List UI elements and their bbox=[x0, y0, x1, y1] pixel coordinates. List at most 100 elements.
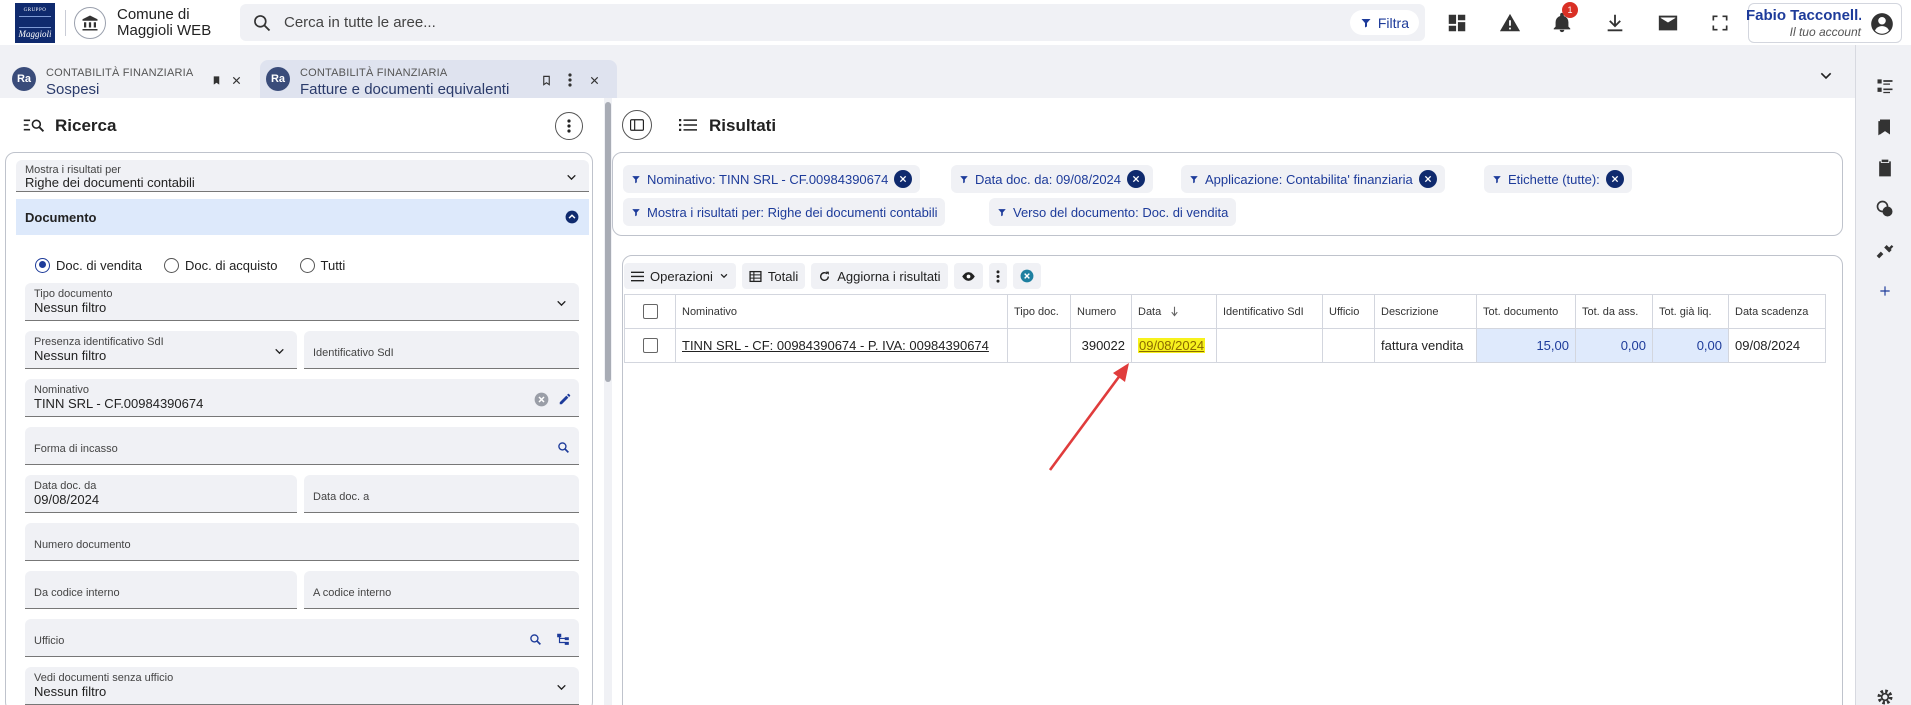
vedi-senza-ufficio-select[interactable]: Vedi documenti senza ufficio Nessun filt… bbox=[25, 667, 579, 705]
forma-incasso-field[interactable]: Forma di incasso bbox=[25, 427, 579, 465]
notifications-button[interactable]: 1 bbox=[1548, 2, 1578, 37]
presenza-sdi-select[interactable]: Presenza identificativo SdI Nessun filtr… bbox=[25, 331, 297, 369]
refresh-icon bbox=[820, 271, 830, 281]
search-panel-more-button[interactable] bbox=[555, 112, 583, 140]
filter-chip-nominativo[interactable]: Nominativo: TINN SRL - CF.00984390674 bbox=[623, 165, 921, 193]
home-button[interactable] bbox=[74, 7, 106, 39]
row-checkbox[interactable] bbox=[642, 338, 658, 353]
tipo-documento-select[interactable]: Tipo documento Nessun filtro bbox=[25, 283, 579, 321]
rail-settings-button[interactable] bbox=[1873, 685, 1897, 705]
col-numero[interactable]: Numero bbox=[1070, 294, 1132, 329]
col-tot-gia-liq[interactable]: Tot. già liq. bbox=[1652, 294, 1729, 329]
search-icon[interactable] bbox=[555, 439, 571, 455]
mail-button[interactable] bbox=[1654, 9, 1682, 37]
edit-pencil-icon[interactable] bbox=[557, 391, 573, 407]
cell-nominativo[interactable]: TINN SRL - CF: 00984390674 - P. IVA: 009… bbox=[675, 328, 1008, 363]
col-tot-documento[interactable]: Tot. documento bbox=[1476, 294, 1576, 329]
table-row[interactable]: TINN SRL - CF: 00984390674 - P. IVA: 009… bbox=[624, 328, 1826, 363]
filter-chip-applicazione[interactable]: Applicazione: Contabilita' finanziaria bbox=[1181, 165, 1445, 193]
global-search-input[interactable] bbox=[284, 10, 1084, 35]
close-icon[interactable] bbox=[586, 72, 602, 88]
download-button[interactable] bbox=[1601, 9, 1629, 37]
section-documento[interactable]: Documento bbox=[16, 199, 589, 235]
data-link-highlighted[interactable]: 09/08/2024 bbox=[1138, 338, 1206, 353]
rail-coins-button[interactable] bbox=[1873, 197, 1897, 221]
rail-plugin-button[interactable] bbox=[1873, 238, 1897, 262]
nominativo-field[interactable]: Nominativo TINN SRL - CF.00984390674 bbox=[25, 379, 579, 417]
radio-doc-vendita[interactable]: Doc. di vendita bbox=[35, 257, 142, 273]
bookmark-outline-icon[interactable] bbox=[538, 72, 554, 88]
data-doc-a-field[interactable]: Data doc. a bbox=[304, 475, 579, 513]
cell-data[interactable]: 09/08/2024 bbox=[1131, 328, 1217, 363]
row-select-cell[interactable] bbox=[624, 328, 676, 363]
search-panel-scrollbar[interactable] bbox=[604, 98, 612, 705]
col-data[interactable]: Data bbox=[1131, 294, 1217, 329]
radio-circle-selected bbox=[35, 257, 50, 273]
col-ufficio[interactable]: Ufficio bbox=[1322, 294, 1375, 329]
tree-icon[interactable] bbox=[555, 631, 571, 647]
rail-clipboard-button[interactable] bbox=[1873, 156, 1897, 180]
chip-remove-icon[interactable] bbox=[1418, 170, 1437, 188]
a-codice-interno-field[interactable]: A codice interno bbox=[304, 571, 579, 609]
toggle-sidebar-button[interactable] bbox=[622, 110, 652, 140]
tab-fatture[interactable]: Ra CONTABILITÀ FINANZIARIA Fatture e doc… bbox=[260, 60, 617, 98]
filter-chip-mostra-risultati[interactable]: Mostra i risultati per: Righe dei docume… bbox=[623, 198, 946, 226]
radio-doc-acquisto[interactable]: Doc. di acquisto bbox=[164, 257, 278, 273]
bookmark-icon[interactable] bbox=[208, 72, 224, 88]
clear-filters-button[interactable] bbox=[1012, 263, 1041, 289]
nominativo-link[interactable]: TINN SRL - CF: 00984390674 - P. IVA: 009… bbox=[682, 338, 989, 353]
tabs-row: Ra CONTABILITÀ FINANZIARIA Sospesi Ra CO… bbox=[0, 56, 1855, 98]
col-descrizione[interactable]: Descrizione bbox=[1374, 294, 1477, 329]
fullscreen-button[interactable] bbox=[1706, 9, 1734, 37]
scrollbar-thumb[interactable] bbox=[605, 102, 611, 382]
clear-icon[interactable] bbox=[533, 391, 549, 407]
aggiorna-button[interactable]: Aggiorna i risultati bbox=[811, 263, 948, 289]
visibility-button[interactable] bbox=[953, 263, 983, 289]
chip-remove-icon[interactable] bbox=[1605, 170, 1624, 188]
select-all-cell[interactable] bbox=[624, 294, 676, 329]
chip-label: Etichette (tutte): bbox=[1508, 171, 1600, 187]
col-identificativo-sdi[interactable]: Identificativo SdI bbox=[1216, 294, 1323, 329]
rail-bookmarks-button[interactable] bbox=[1873, 115, 1897, 139]
chevron-down-icon[interactable] bbox=[1818, 68, 1834, 84]
show-results-select[interactable]: Mostra i risultati per Righe dei documen… bbox=[16, 160, 589, 192]
rail-checklist-button[interactable] bbox=[1873, 74, 1897, 98]
ufficio-field[interactable]: Ufficio bbox=[25, 619, 579, 657]
rail-add-button[interactable] bbox=[1873, 279, 1897, 303]
plug-icon bbox=[1875, 240, 1895, 260]
warning-button[interactable] bbox=[1496, 9, 1524, 37]
totali-button[interactable]: Totali bbox=[741, 263, 806, 289]
toolbar-more-button[interactable] bbox=[988, 263, 1007, 289]
col-tipo-doc[interactable]: Tipo doc. bbox=[1007, 294, 1071, 329]
search-icon[interactable] bbox=[527, 631, 543, 647]
operazioni-label: Operazioni bbox=[650, 268, 713, 284]
filter-button[interactable]: Filtra bbox=[1349, 10, 1419, 35]
dashboard-button[interactable] bbox=[1443, 9, 1471, 37]
cell-descrizione: fattura vendita bbox=[1374, 328, 1477, 363]
select-all-checkbox[interactable] bbox=[642, 304, 658, 319]
col-data-scadenza[interactable]: Data scadenza bbox=[1728, 294, 1826, 329]
filter-icon bbox=[632, 208, 640, 216]
chip-remove-icon[interactable] bbox=[1127, 170, 1146, 188]
doc-direction-radios: Doc. di vendita Doc. di acquisto Tutti bbox=[35, 255, 367, 275]
close-icon[interactable] bbox=[228, 72, 244, 88]
col-nominativo[interactable]: Nominativo bbox=[675, 294, 1008, 329]
filter-chip-verso[interactable]: Verso del documento: Doc. di vendita bbox=[989, 198, 1237, 226]
da-codice-interno-field[interactable]: Da codice interno bbox=[25, 571, 297, 609]
filter-icon bbox=[1493, 175, 1501, 183]
radio-tutti[interactable]: Tutti bbox=[299, 257, 345, 273]
filter-chip-data-da[interactable]: Data doc. da: 09/08/2024 bbox=[951, 165, 1154, 193]
identificativo-sdi-input[interactable]: Identificativo SdI bbox=[304, 331, 579, 369]
operazioni-button[interactable]: Operazioni bbox=[624, 263, 736, 289]
bookmarks-icon bbox=[1875, 117, 1895, 137]
account-button[interactable]: Fabio Tacconell... Il tuo account bbox=[1746, 3, 1902, 43]
filter-chip-etichette[interactable]: Etichette (tutte): bbox=[1484, 165, 1632, 193]
maggioli-logo[interactable]: GRUPPO Maggioli bbox=[15, 3, 55, 43]
more-vertical-icon[interactable] bbox=[562, 72, 578, 88]
tab-sospesi[interactable]: Ra CONTABILITÀ FINANZIARIA Sospesi bbox=[6, 60, 248, 98]
data-doc-da-field[interactable]: Data doc. da 09/08/2024 bbox=[25, 475, 297, 513]
numero-documento-field[interactable]: Numero documento bbox=[25, 523, 579, 561]
chip-remove-icon[interactable] bbox=[894, 170, 913, 188]
chip-label: Applicazione: Contabilita' finanziaria bbox=[1205, 171, 1413, 187]
col-tot-da-ass[interactable]: Tot. da ass. bbox=[1575, 294, 1653, 329]
